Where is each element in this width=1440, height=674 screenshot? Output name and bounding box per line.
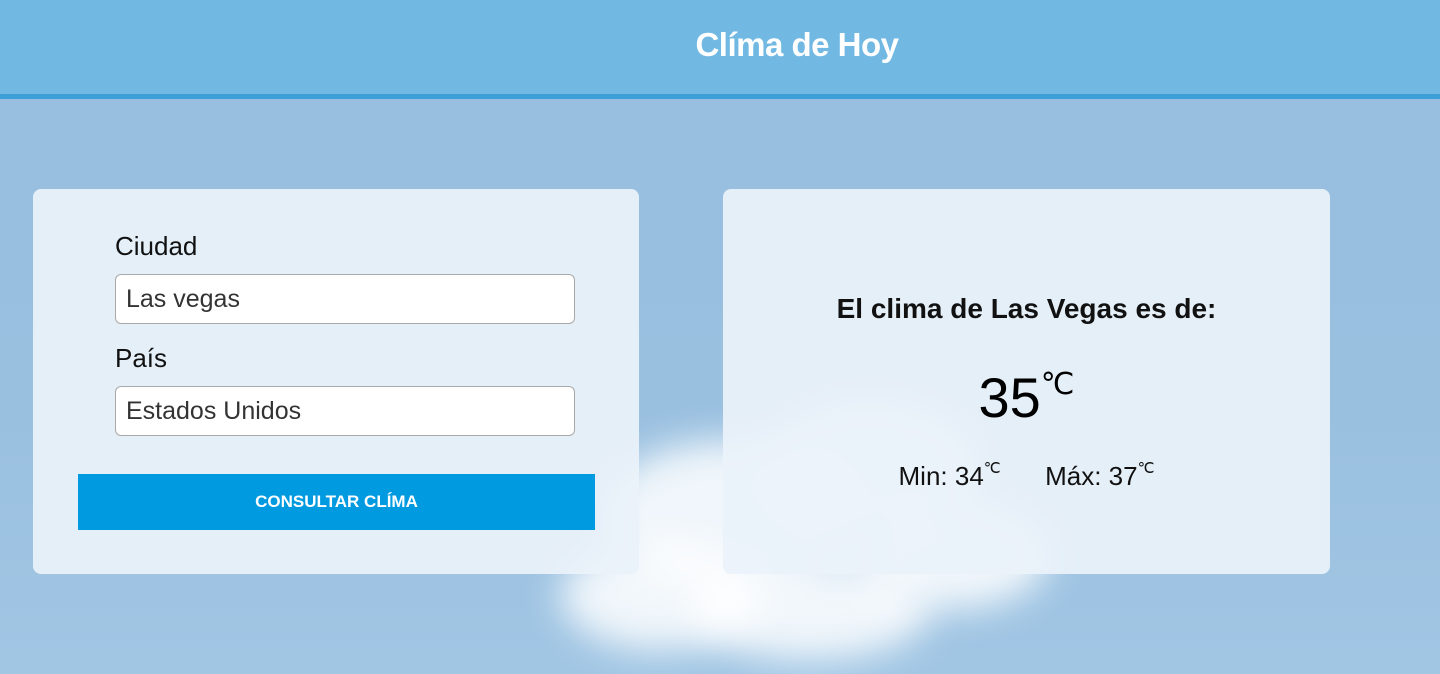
min-celsius-unit: ℃: [983, 461, 1001, 477]
celsius-unit: ℃: [1040, 368, 1075, 401]
search-form-card: Ciudad País CONSULTAR CLÍMA: [33, 189, 639, 574]
max-temperature: Máx: 37: [1045, 461, 1138, 491]
weather-result-card: El clima de Las Vegas es de: 35℃ Min: 34…: [723, 189, 1330, 574]
country-label: País: [115, 343, 168, 373]
min-temperature: Min: 34: [898, 461, 984, 491]
app-header: Clíma de Hoy: [0, 0, 1440, 99]
result-title: El clima de Las Vegas es de:: [836, 293, 1217, 324]
country-input[interactable]: [115, 386, 575, 436]
city-input[interactable]: [115, 274, 575, 324]
min-max-temperatures: Min: 34℃ Máx: 37℃: [723, 461, 1330, 492]
max-celsius-unit: ℃: [1137, 461, 1155, 477]
consult-weather-button[interactable]: CONSULTAR CLÍMA: [78, 474, 595, 530]
current-temperature: 35℃: [723, 365, 1330, 430]
temperature-value: 35: [978, 366, 1041, 429]
page-title: Clíma de Hoy: [695, 26, 899, 63]
city-label: Ciudad: [115, 231, 198, 261]
